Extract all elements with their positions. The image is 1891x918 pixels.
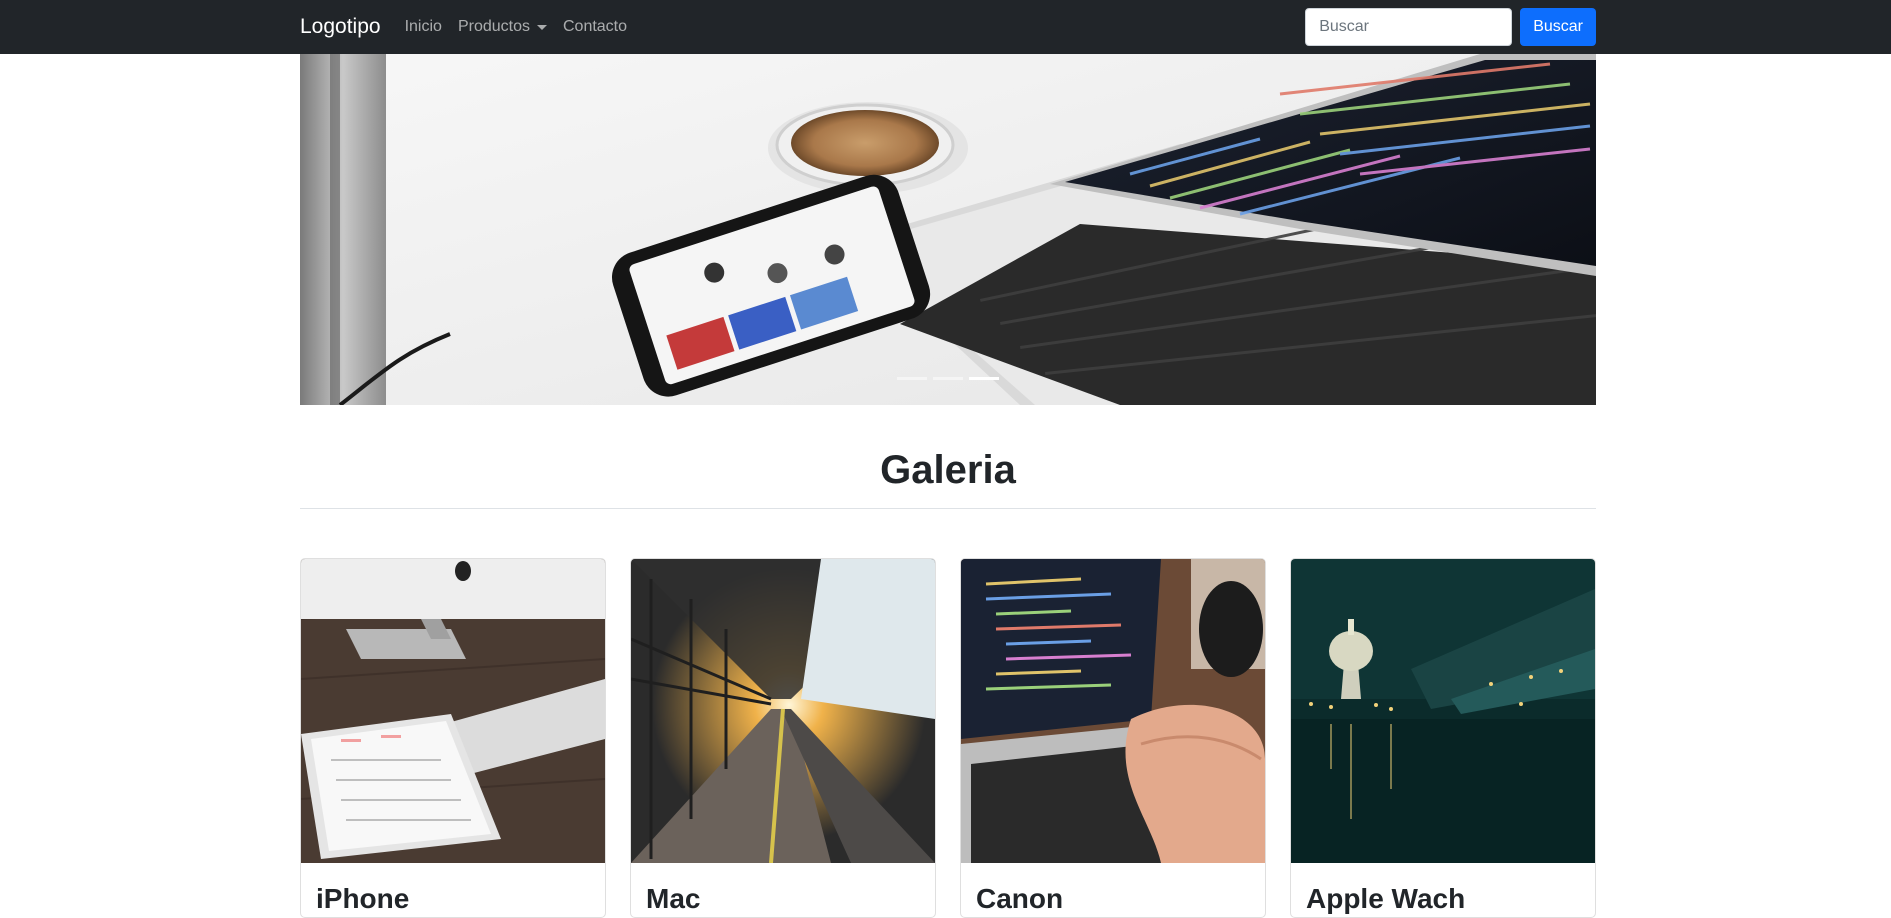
nav-link-contacto[interactable]: Contacto: [563, 18, 627, 36]
card-image: [1291, 559, 1595, 863]
carousel-indicator[interactable]: [897, 377, 927, 380]
caret-down-icon: [536, 24, 547, 30]
card-title: Mac: [646, 883, 701, 914]
card-title: Apple Wach: [1306, 883, 1466, 914]
nav-link-label: Inicio: [404, 18, 442, 35]
search-input[interactable]: [1305, 8, 1513, 46]
nav-dropdown-productos[interactable]: Productos: [458, 18, 547, 36]
gallery-card-apple-watch[interactable]: Apple Wach: [1290, 558, 1596, 918]
nav-link-inicio[interactable]: Inicio: [405, 18, 442, 36]
search-form: Buscar: [1305, 8, 1596, 46]
search-button[interactable]: Buscar: [1520, 8, 1596, 46]
card-title: Canon: [976, 883, 1064, 914]
nav-link-label: Productos: [457, 18, 530, 35]
top-navbar: Logotipo Inicio Productos Contacto Busca…: [0, 0, 1891, 54]
nav-link-label: Contacto: [562, 18, 628, 35]
carousel-indicator[interactable]: [933, 377, 963, 380]
card-image: [631, 559, 935, 863]
gallery-card-canon[interactable]: Canon: [960, 558, 1266, 918]
divider: [300, 508, 1596, 509]
card-title: iPhone: [316, 883, 410, 914]
gallery-card-mac[interactable]: Mac: [630, 558, 936, 918]
navbar-container: Logotipo Inicio Productos Contacto Busca…: [300, 0, 1596, 54]
hero-carousel[interactable]: [300, 54, 1596, 405]
carousel-indicator-active[interactable]: [969, 377, 999, 380]
gallery-title: Galeria: [880, 448, 1016, 492]
card-image: [961, 559, 1265, 863]
brand-logo[interactable]: Logotipo: [300, 15, 381, 39]
card-image: [301, 559, 605, 863]
carousel-slide-image: [300, 54, 1596, 405]
gallery-card-iphone[interactable]: iPhone: [300, 558, 606, 918]
carousel-indicators: [300, 377, 1596, 380]
